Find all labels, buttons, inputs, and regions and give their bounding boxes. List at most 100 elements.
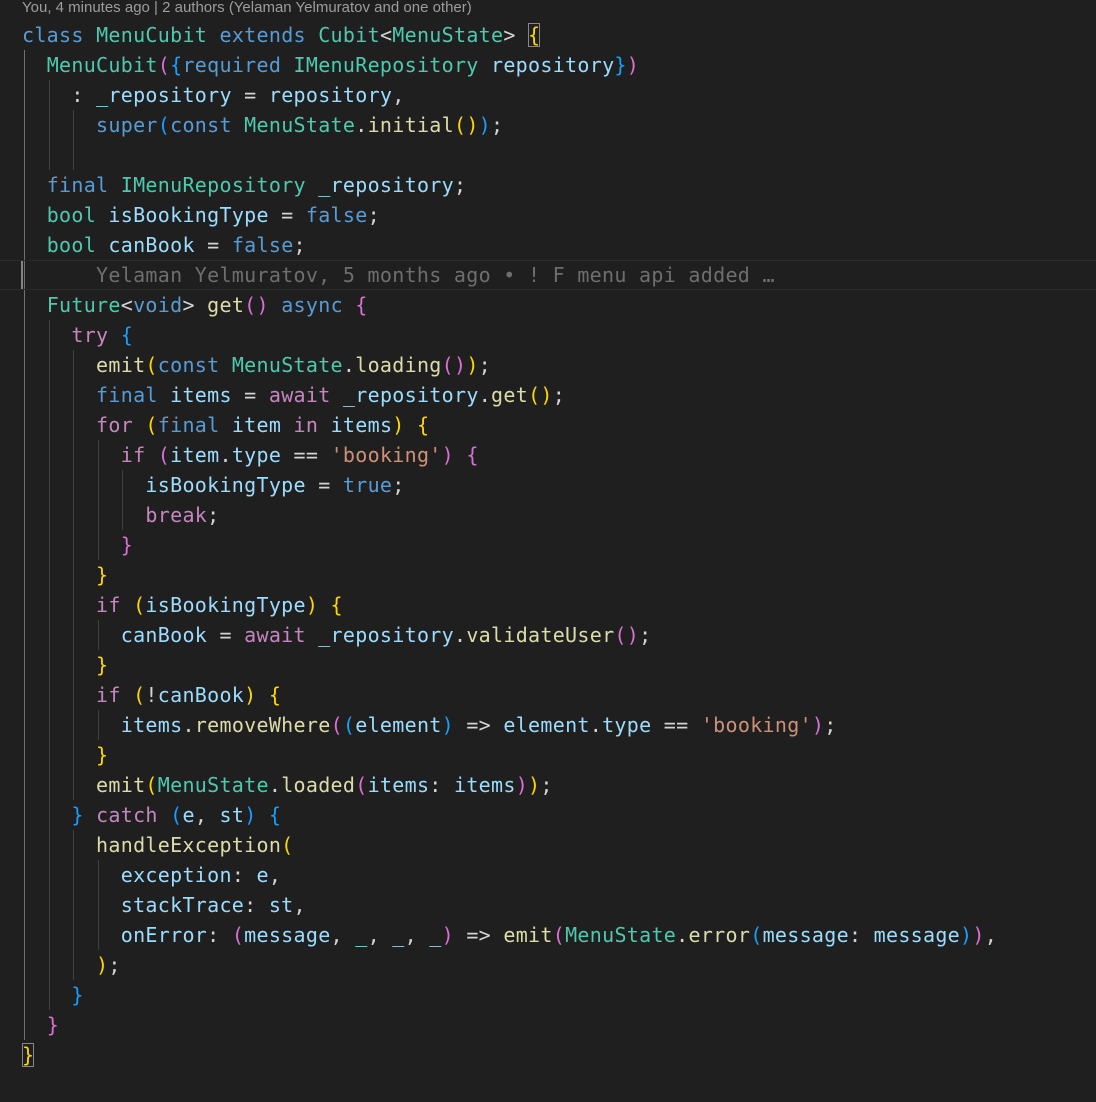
code-token-bracket-purple: ()	[614, 623, 640, 647]
indent-guide	[24, 590, 25, 620]
indent-guide	[24, 140, 25, 170]
git-blame-line[interactable]: Yelaman Yelmuratov, 5 months ago • ! F m…	[0, 260, 1096, 290]
code-token-punctuation	[96, 203, 108, 227]
code-token-punctuation	[318, 413, 330, 437]
code-line[interactable]: exception: e,	[0, 860, 1096, 890]
code-line[interactable]: Future<void> get() async {	[0, 290, 1096, 320]
code-line[interactable]: emit(MenuState.loaded(items: items));	[0, 770, 1096, 800]
code-line[interactable]	[0, 140, 1096, 170]
code-line[interactable]: }	[0, 1040, 1096, 1070]
code-editor[interactable]: You, 4 minutes ago | 2 authors (Yelaman …	[0, 0, 1096, 1102]
code-line[interactable]: if (item.type == 'booking') {	[0, 440, 1096, 470]
indentation	[22, 323, 71, 347]
code-line[interactable]: if (!canBook) {	[0, 680, 1096, 710]
code-token-bracket-blue: (	[342, 713, 356, 737]
code-line[interactable]: }	[0, 650, 1096, 680]
code-line[interactable]: break;	[0, 500, 1096, 530]
code-token-bracket-purple: )	[811, 713, 825, 737]
code-token-function: emit	[503, 923, 553, 947]
code-lines[interactable]: class MenuCubit extends Cubit<MenuState>…	[0, 20, 1096, 1070]
indent-guide	[24, 890, 25, 920]
code-token-bracket-blue: }	[71, 803, 84, 827]
code-token-function: removeWhere	[194, 713, 331, 737]
code-token-variable: items	[330, 413, 393, 437]
code-token-punctuation: .	[478, 383, 492, 407]
code-token-control: if	[96, 683, 121, 707]
code-line[interactable]: );	[0, 950, 1096, 980]
code-token-type: MenuState	[565, 923, 677, 947]
code-token-variable: type	[231, 443, 282, 467]
code-line[interactable]: handleException(	[0, 830, 1096, 860]
indentation	[22, 833, 96, 857]
indent-guide	[24, 320, 25, 350]
code-token-bracket-blue: (	[170, 803, 183, 827]
code-line[interactable]: }	[0, 980, 1096, 1010]
code-line[interactable]: try {	[0, 320, 1096, 350]
indent-guide	[73, 860, 75, 890]
code-line[interactable]: }	[0, 740, 1096, 770]
indentation	[22, 413, 96, 437]
code-line[interactable]: stackTrace: st,	[0, 890, 1096, 920]
indent-guide	[48, 110, 50, 140]
code-token-function: get	[207, 293, 245, 317]
code-token-punctuation	[281, 413, 293, 437]
code-token-punctuation	[405, 413, 417, 437]
code-token-string: 'booking'	[700, 713, 812, 737]
code-token-function: get	[491, 383, 529, 407]
indent-guide	[24, 50, 25, 80]
indentation	[22, 1013, 47, 1037]
code-line[interactable]: items.removeWhere((element) => element.t…	[0, 710, 1096, 740]
code-token-punctuation	[479, 53, 491, 77]
code-line[interactable]: onError: (message, _, _, _) => emit(Menu…	[0, 920, 1096, 950]
indent-guide	[24, 530, 25, 560]
code-line[interactable]: emit(const MenuState.loading());	[0, 350, 1096, 380]
code-token-type: MenuState	[244, 113, 356, 137]
indent-guide	[73, 890, 75, 920]
code-token-bracket-purple: {	[466, 443, 479, 467]
code-token-bracket-purple: }	[120, 533, 134, 557]
indent-guide	[24, 830, 25, 860]
indent-guide	[122, 500, 124, 530]
indent-guide	[24, 650, 25, 680]
code-line[interactable]: : _repository = repository,	[0, 80, 1096, 110]
indentation	[22, 593, 96, 617]
code-line[interactable]: final IMenuRepository _repository;	[0, 170, 1096, 200]
code-line[interactable]: bool canBook = false;	[0, 230, 1096, 260]
code-token-punctuation: ,	[984, 923, 998, 947]
code-token-punctuation: ,	[268, 863, 282, 887]
code-line[interactable]: MenuCubit({required IMenuRepository repo…	[0, 50, 1096, 80]
code-token-punctuation	[306, 23, 318, 47]
indentation	[22, 203, 47, 227]
code-token-punctuation	[454, 443, 466, 467]
code-token-keyword: const	[157, 353, 220, 377]
code-line[interactable]: }	[0, 530, 1096, 560]
indentation	[22, 563, 96, 587]
code-token-bracket-purple: (	[231, 923, 245, 947]
indent-guide	[24, 680, 25, 710]
code-line[interactable]: if (isBookingType) {	[0, 590, 1096, 620]
code-line[interactable]: canBook = await _repository.validateUser…	[0, 620, 1096, 650]
code-line[interactable]: }	[0, 1010, 1096, 1040]
code-token-punctuation: ,	[367, 923, 393, 947]
code-line[interactable]: isBookingType = true;	[0, 470, 1096, 500]
code-line[interactable]: class MenuCubit extends Cubit<MenuState>…	[0, 20, 1096, 50]
codelens-authors[interactable]: You, 4 minutes ago | 2 authors (Yelaman …	[22, 0, 472, 16]
code-token-punctuation	[306, 623, 318, 647]
code-token-variable: _repository	[342, 383, 479, 407]
code-line[interactable]: bool isBookingType = false;	[0, 200, 1096, 230]
code-token-variable: _repository	[318, 623, 454, 647]
code-token-bracket-purple: (	[552, 923, 566, 947]
code-token-bracket-gold: (	[133, 593, 146, 617]
code-token-keyword: const	[170, 113, 232, 137]
code-token-punctuation	[108, 173, 120, 197]
code-token-bracket-gold: ()	[528, 383, 553, 407]
code-token-variable: message	[244, 923, 331, 947]
code-token-punctuation: :	[848, 923, 874, 947]
code-line[interactable]: super(const MenuState.initial());	[0, 110, 1096, 140]
code-line[interactable]: for (final item in items) {	[0, 410, 1096, 440]
code-line[interactable]: final items = await _repository.get();	[0, 380, 1096, 410]
code-line[interactable]: }	[0, 560, 1096, 590]
code-line[interactable]: } catch (e, st) {	[0, 800, 1096, 830]
indentation	[22, 803, 71, 827]
code-token-punctuation: ;	[108, 953, 121, 977]
